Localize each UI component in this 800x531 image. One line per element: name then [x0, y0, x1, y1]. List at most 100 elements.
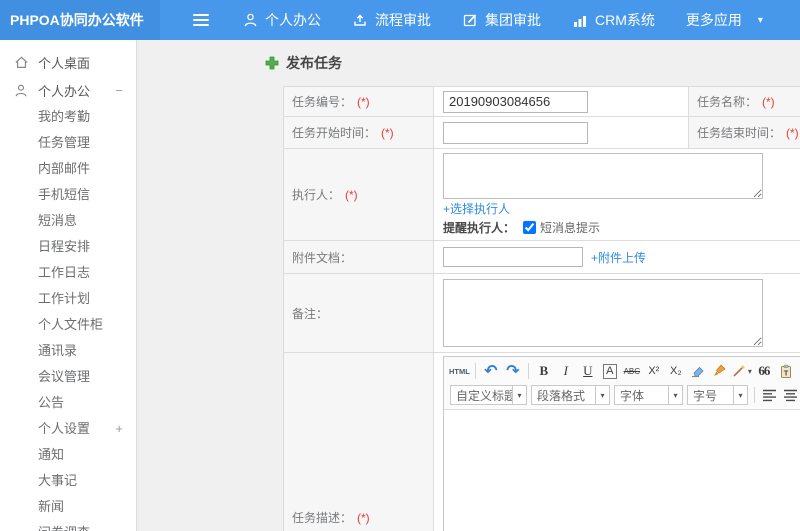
- task-number-label-cell: 任务编号： (*): [283, 86, 434, 117]
- choose-executor-link[interactable]: +选择执行人: [443, 202, 510, 216]
- toolbar-separator: [527, 363, 529, 379]
- nav-crm[interactable]: CRM系统: [572, 10, 655, 30]
- paragraph-format-select[interactable]: 段落格式 ▾: [531, 385, 610, 405]
- custom-heading-select[interactable]: 自定义标题 ▾: [450, 385, 527, 405]
- attachment-label: 附件文档：: [292, 250, 353, 265]
- required-mark: (*): [762, 95, 775, 109]
- caret-down-icon: ▾: [668, 386, 682, 404]
- page-header: 发布任务: [137, 40, 800, 86]
- sidebar-item-short-message[interactable]: 短消息: [0, 208, 136, 234]
- align-left-icon[interactable]: [762, 389, 777, 402]
- nav-label: 流程审批: [375, 12, 431, 28]
- align-center-icon[interactable]: [783, 389, 798, 402]
- sidebar-item-meeting[interactable]: 会议管理: [0, 364, 136, 390]
- task-start-input[interactable]: [443, 121, 588, 144]
- row-task-start: 任务开始时间： (*) 任务结束时间： (*): [283, 116, 800, 149]
- app-logo: PHPOA协同办公软件: [0, 0, 160, 40]
- person-icon: [243, 12, 258, 28]
- sidebar-item-personal-desktop[interactable]: 个人桌面: [0, 48, 136, 76]
- executor-field-cell: +选择执行人 提醒执行人： 短消息提示: [433, 148, 800, 241]
- redo-icon[interactable]: ↷: [503, 361, 523, 381]
- sidebar-item-work-plan[interactable]: 工作计划: [0, 286, 136, 312]
- subscript-button[interactable]: X₂: [666, 361, 686, 381]
- task-end-label: 任务结束时间：: [697, 126, 782, 140]
- expand-icon[interactable]: +: [115, 416, 123, 442]
- nav-group-approval[interactable]: 集团审批: [462, 10, 541, 30]
- sidebar-item-contacts[interactable]: 通讯录: [0, 338, 136, 364]
- required-mark: (*): [786, 126, 799, 140]
- caret-down-icon: ▾: [733, 386, 747, 404]
- attachment-upload-link[interactable]: +附件上传: [591, 249, 646, 266]
- caret-down-icon: ▾: [747, 366, 752, 376]
- superscript-button[interactable]: X²: [644, 361, 664, 381]
- bold-button[interactable]: B: [534, 361, 554, 381]
- task-form-table: 任务编号： (*) 任务名称： (*) 任务开始时间： (*) 任务结束时间： (*): [283, 86, 800, 531]
- sidebar-item-attendance[interactable]: 我的考勤: [0, 104, 136, 130]
- magic-wand-icon[interactable]: ▾: [732, 361, 752, 381]
- sidebar-item-file-cabinet[interactable]: 个人文件柜: [0, 312, 136, 338]
- caret-down-icon: ▾: [595, 386, 609, 404]
- rich-text-editor: HTML ↶ ↷ B I U A ABC X² X₂ ▾ 66 T 自定义标题 …: [443, 356, 800, 531]
- select-value: 自定义标题: [456, 388, 512, 403]
- sidebar-item-mobile-sms[interactable]: 手机短信: [0, 182, 136, 208]
- row-task-number: 任务编号： (*) 任务名称： (*): [283, 86, 800, 117]
- collapse-icon[interactable]: −: [115, 83, 123, 98]
- sidebar-item-schedule[interactable]: 日程安排: [0, 234, 136, 260]
- select-value: 字号: [693, 388, 718, 403]
- nav-personal-office[interactable]: 个人办公: [243, 10, 321, 30]
- sidebar-item-personal-office[interactable]: 个人办公 −: [0, 76, 136, 104]
- sidebar-item-personal-settings[interactable]: 个人设置 +: [0, 416, 136, 442]
- sidebar-item-announcement[interactable]: 公告: [0, 390, 136, 416]
- main-nav: 个人办公 流程审批 集团审批 CRM系统 更多应用 ▾: [243, 10, 794, 30]
- remark-textarea[interactable]: [443, 278, 763, 347]
- blockquote-button[interactable]: 66: [754, 361, 774, 381]
- home-icon: [14, 55, 30, 70]
- nav-more-apps[interactable]: 更多应用 ▾: [686, 10, 763, 30]
- font-style-button[interactable]: A: [600, 361, 620, 381]
- menu-toggle-icon[interactable]: [193, 14, 209, 26]
- strikethrough-button[interactable]: ABC: [622, 361, 642, 381]
- italic-button[interactable]: I: [556, 361, 576, 381]
- row-remark: 备注：: [283, 273, 800, 353]
- sidebar-item-task-management[interactable]: 任务管理: [0, 130, 136, 156]
- task-description-label: 任务描述：: [292, 511, 353, 525]
- remind-executor-label: 提醒执行人：: [443, 221, 516, 235]
- nav-process-approval[interactable]: 流程审批: [352, 10, 431, 30]
- editor-content-area[interactable]: [444, 410, 800, 531]
- bar-chart-icon: [572, 13, 588, 28]
- sidebar-item-news[interactable]: 新闻: [0, 494, 136, 520]
- executor-label-cell: 执行人： (*): [283, 148, 434, 241]
- editor-toolbar: HTML ↶ ↷ B I U A ABC X² X₂ ▾ 66 T 自定义标题 …: [444, 357, 800, 410]
- undo-icon[interactable]: ↶: [481, 361, 501, 381]
- nav-label: 更多应用: [685, 12, 742, 28]
- font-style-glyph: A: [603, 363, 617, 379]
- underline-button[interactable]: U: [578, 361, 598, 381]
- sms-remind-checkbox[interactable]: [523, 221, 537, 234]
- task-number-input[interactable]: [443, 90, 588, 113]
- task-start-label-cell: 任务开始时间： (*): [283, 116, 434, 149]
- editor-toolbar-row1: HTML ↶ ↷ B I U A ABC X² X₂ ▾ 66 T: [448, 359, 800, 383]
- sidebar-item-internal-mail[interactable]: 内部邮件: [0, 156, 136, 182]
- format-brush-icon[interactable]: [710, 361, 730, 381]
- sidebar-item-memorabilia[interactable]: 大事记: [0, 468, 136, 494]
- page-title: 发布任务: [286, 55, 342, 71]
- remark-field-cell: [433, 273, 800, 353]
- executor-textarea[interactable]: [443, 153, 763, 199]
- sidebar-item-survey[interactable]: 问卷调查: [0, 520, 136, 531]
- font-family-select[interactable]: 字体 ▾: [614, 385, 683, 405]
- sidebar-item-notice[interactable]: 通知: [0, 442, 136, 468]
- task-number-field-cell: [433, 86, 689, 117]
- editor-toolbar-row2: 自定义标题 ▾ 段落格式 ▾ 字体 ▾ 字号 ▾: [448, 383, 800, 407]
- executor-label: 执行人：: [292, 188, 341, 202]
- sidebar-item-work-log[interactable]: 工作日志: [0, 260, 136, 286]
- task-start-label: 任务开始时间：: [292, 126, 377, 140]
- html-source-button[interactable]: HTML: [449, 361, 470, 381]
- eraser-icon[interactable]: [688, 361, 708, 381]
- sidebar-item-label: 个人设置: [38, 421, 91, 436]
- attachment-input[interactable]: [443, 247, 583, 267]
- paste-text-icon[interactable]: T: [776, 361, 796, 381]
- caret-down-icon: ▾: [757, 14, 763, 26]
- font-size-select[interactable]: 字号 ▾: [687, 385, 748, 405]
- task-description-field-cell: HTML ↶ ↷ B I U A ABC X² X₂ ▾ 66 T 自定义标题 …: [433, 352, 800, 531]
- task-start-field-cell: [433, 116, 689, 149]
